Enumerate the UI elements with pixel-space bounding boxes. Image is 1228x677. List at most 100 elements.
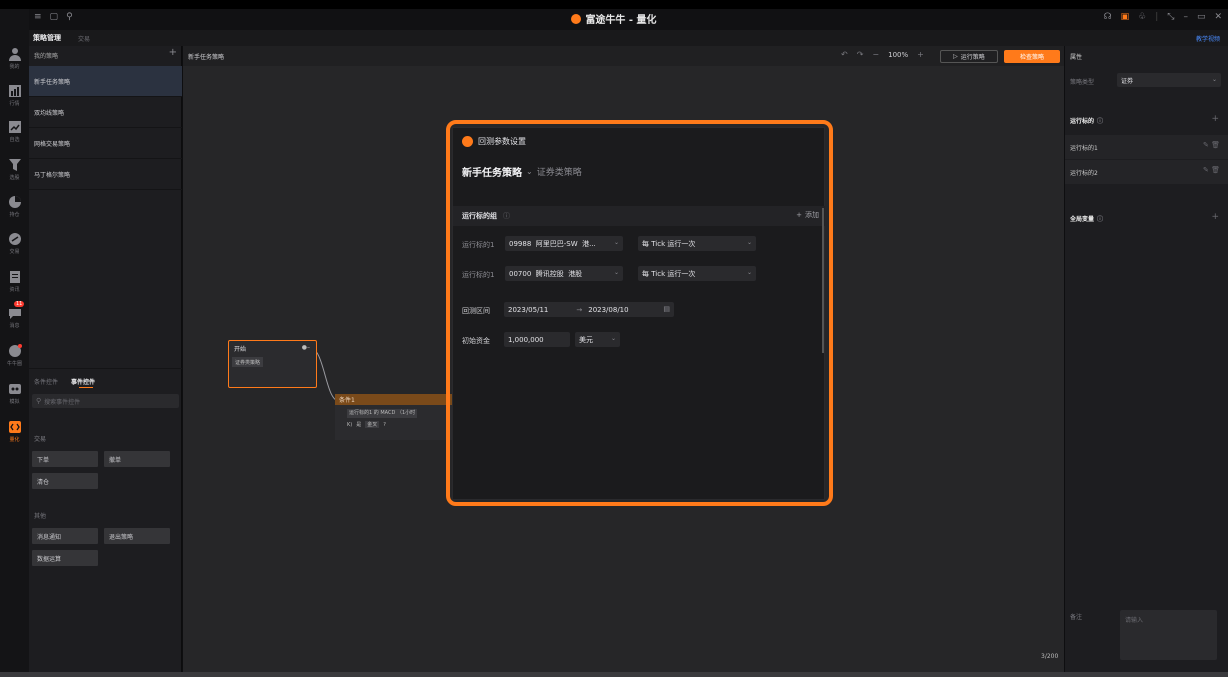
target-row-label: 运行标的1 (462, 241, 495, 249)
start-node[interactable]: 开始 ●– 证券类策略 (228, 340, 317, 388)
capital-label: 初始资金 (462, 337, 490, 345)
search-icon: ⚲ (36, 397, 42, 405)
headset-icon[interactable]: ☊ (1104, 12, 1112, 22)
target-row[interactable]: 运行标的1 ✎ 🗑 (1065, 135, 1228, 159)
currency-select[interactable]: 美元 ⌄ (575, 332, 620, 347)
strategy-item[interactable]: 马丁格尔策略 (29, 159, 182, 190)
add-target-icon[interactable]: + (1211, 114, 1219, 124)
edit-delete-icon[interactable]: ✎ 🗑 (1203, 166, 1220, 174)
button-label: 添加 (805, 211, 819, 219)
group-other-label: 其他 (34, 513, 47, 520)
properties-panel: 属性 策略类型 证券 ⌄ 运行标的 ⓘ + 运行标的1 ✎ 🗑 运行标的2 ✎ 🗑… (1065, 46, 1228, 672)
add-global-icon[interactable]: + (1211, 212, 1219, 222)
strategy-type-select[interactable]: 证券 ⌄ (1117, 73, 1221, 87)
rail-label: 选股 (9, 175, 20, 181)
rail-label: 我的 (9, 64, 20, 70)
event-search-input[interactable]: ⚲ 搜索事件控件 (32, 394, 179, 408)
rail-label: 行情 (9, 101, 20, 107)
currency-value: 美元 (579, 335, 593, 344)
gift-icon[interactable]: ▣ (1121, 12, 1130, 22)
rail-item-market[interactable]: 行情 (0, 84, 29, 107)
data-compute-button[interactable]: 数据运算 (32, 550, 98, 566)
rail-item-trade[interactable]: 交易 (0, 232, 29, 255)
add-strategy-icon[interactable]: + (169, 47, 177, 58)
note-textarea[interactable]: 请输入 (1120, 610, 1217, 660)
chevron-down-icon: ⌄ (746, 239, 752, 246)
minimize-icon[interactable]: – (1183, 12, 1188, 22)
rail-item-moomoo[interactable]: 牛牛圈 (0, 344, 29, 367)
dialog-title: 回测参数设置 (478, 137, 526, 146)
window-title: 富途牛牛 - 量化 (0, 11, 1228, 26)
rail-item-quant[interactable]: 量化 (0, 420, 29, 443)
strategy-item[interactable]: 双均线策略 (29, 97, 182, 128)
target-select[interactable]: 09988 阿里巴巴-SW 港... ⌄ (505, 236, 623, 251)
condition-is: 是 (356, 422, 362, 428)
condition-expression[interactable]: 运行标的1 的 MACD （1小时 (347, 409, 418, 418)
date-range-picker[interactable]: 2023/05/11 → 2023/08/10 ▤ (504, 302, 674, 317)
stock-market: 港... (582, 239, 596, 248)
tab-strategy-management[interactable]: 策略管理 (33, 33, 61, 43)
zoom-out-icon[interactable]: − (872, 50, 879, 59)
frequency-select[interactable]: 每 Tick 运行一次 ⌄ (638, 266, 756, 281)
stock-code: 00700 (509, 269, 532, 278)
separator: | (1155, 12, 1159, 22)
message-notify-button[interactable]: 消息通知 (32, 528, 98, 544)
frequency-select[interactable]: 每 Tick 运行一次 ⌄ (638, 236, 756, 251)
tab-event-controls[interactable]: 事件控件 (71, 377, 95, 386)
chat-icon (8, 309, 21, 319)
tutorial-video-link[interactable]: 教学视频 (1196, 34, 1220, 43)
tab-trade[interactable]: 交易 (78, 34, 90, 43)
rail-item-messages[interactable]: 11 消息 (0, 301, 29, 329)
capital-input[interactable]: 1,000,000 (504, 332, 570, 347)
capital-value: 1,000,000 (508, 335, 544, 344)
tab-condition-controls[interactable]: 条件控件 (34, 377, 58, 386)
button-label: 运行策略 (960, 54, 985, 61)
strategy-label: 马丁格尔策略 (34, 171, 71, 179)
condition-value[interactable]: 金叉 (365, 421, 380, 428)
strategy-item[interactable]: 网格交易策略 (29, 128, 182, 159)
close-position-button[interactable]: 清仓 (32, 473, 98, 489)
info-icon[interactable]: ⓘ (1097, 116, 1103, 125)
maximize-icon[interactable]: ▭ (1197, 12, 1206, 22)
rail-label: 消息 (9, 323, 20, 329)
restore-icon[interactable]: ⤡ (1167, 12, 1174, 22)
note-placeholder: 请输入 (1125, 617, 1144, 624)
close-icon[interactable]: ✕ (1214, 12, 1222, 22)
node-port-icon[interactable]: ●– (302, 344, 310, 351)
order-button[interactable]: 下单 (32, 451, 98, 467)
add-target-button[interactable]: + 添加 (796, 210, 819, 220)
rail-item-positions[interactable]: 持仓 (0, 195, 29, 218)
target-select[interactable]: 00700 腾讯控股 港股 ⌄ (505, 266, 623, 281)
info-icon[interactable]: ⓘ (503, 211, 510, 221)
date-start: 2023/05/11 (508, 305, 549, 314)
stock-market: 港股 (568, 269, 583, 278)
redo-icon[interactable]: ↷ (857, 50, 864, 59)
calendar-icon: ▤ (663, 305, 670, 313)
edit-delete-icon[interactable]: ✎ 🗑 (1203, 141, 1220, 149)
stock-name: 腾讯控股 (535, 269, 564, 278)
stock-code: 09988 (509, 239, 532, 248)
rail-item-sim[interactable]: 模拟 (0, 382, 29, 405)
market-icon (8, 85, 21, 97)
scrollbar[interactable] (822, 208, 824, 353)
strategy-item[interactable]: 新手任务策略 (29, 66, 182, 97)
nav-rail: 我的 行情 自选 选股 持仓 交易 资讯 11 消息 牛牛圈 模拟 量化 (0, 9, 29, 672)
check-strategy-button[interactable]: 检查策略 (1004, 50, 1060, 63)
rail-item-news[interactable]: 资讯 (0, 270, 29, 293)
exit-strategy-button[interactable]: 退出策略 (104, 528, 170, 544)
rail-item-screener[interactable]: 选股 (0, 158, 29, 181)
undo-icon[interactable]: ↶ (841, 50, 848, 59)
shop-icon[interactable]: ♧ (1138, 12, 1146, 22)
condition-k: K) (347, 421, 353, 428)
node-title: 开始 (234, 346, 247, 353)
target-row[interactable]: 运行标的2 ✎ 🗑 (1065, 160, 1228, 184)
rail-item-watchlist[interactable]: 自选 (0, 120, 29, 143)
chevron-down-icon: ⌄ (746, 269, 752, 276)
rail-item-mine[interactable]: 我的 (0, 47, 29, 70)
info-icon[interactable]: ⓘ (1097, 214, 1103, 223)
chevron-down-icon[interactable]: ⌄ (526, 167, 533, 176)
cancel-order-button[interactable]: 撤单 (104, 451, 170, 467)
zoom-in-icon[interactable]: + (917, 50, 924, 59)
condition-node[interactable]: 条件1 运行标的1 的 MACD （1小时 K) 是 金叉 ? (335, 394, 453, 440)
run-strategy-button[interactable]: ▷ 运行策略 (940, 50, 998, 63)
